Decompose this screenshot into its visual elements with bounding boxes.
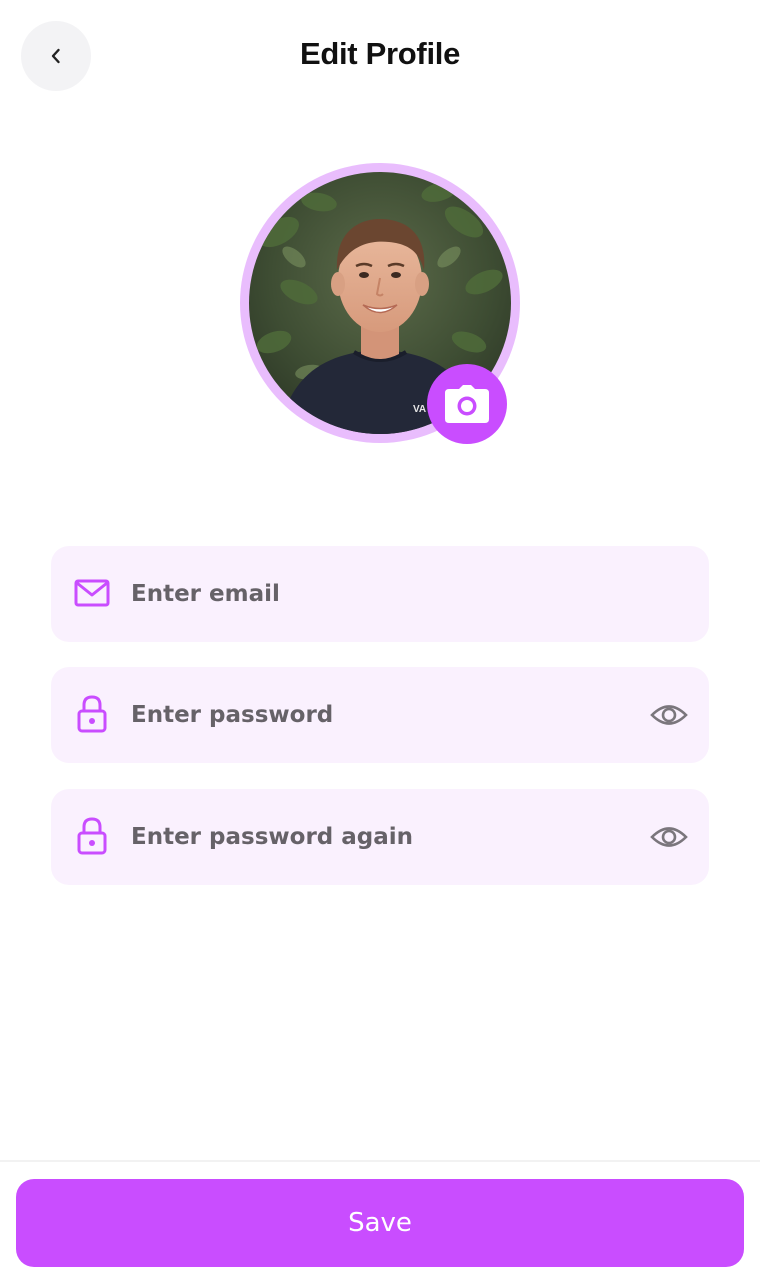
camera-icon	[445, 385, 489, 423]
change-photo-button[interactable]	[427, 364, 507, 444]
save-button[interactable]: Save	[16, 1179, 744, 1267]
page-title: Edit Profile	[299, 36, 461, 71]
password-input[interactable]	[131, 667, 611, 763]
eye-icon	[650, 827, 688, 847]
toggle-confirm-password-visibility-button[interactable]	[649, 817, 689, 857]
eye-icon	[650, 705, 688, 725]
avatar-container: VA	[240, 163, 520, 444]
confirm-password-field	[51, 789, 709, 885]
password-field	[51, 667, 709, 763]
svg-text:VA: VA	[413, 404, 426, 415]
email-input[interactable]	[131, 546, 611, 642]
lock-icon	[73, 817, 111, 855]
lock-icon	[73, 695, 111, 733]
edit-profile-screen: Edit Profile VA Enter email Save	[0, 0, 760, 1282]
bottom-divider	[0, 1160, 760, 1162]
confirm-password-input[interactable]	[131, 789, 611, 885]
email-field	[51, 546, 709, 642]
mail-icon	[73, 574, 111, 612]
toggle-password-visibility-button[interactable]	[649, 695, 689, 735]
